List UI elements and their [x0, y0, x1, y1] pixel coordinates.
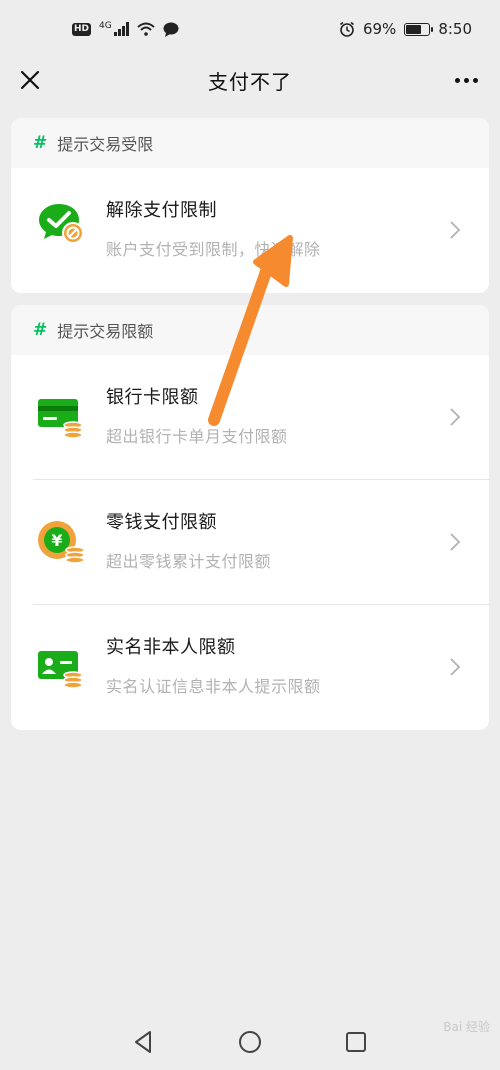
item-text: 解除支付限制 账户支付受到限制，快速解除	[106, 196, 321, 260]
system-nav-bar	[0, 1014, 500, 1070]
item-subtitle: 超出零钱累计支付限额	[106, 552, 272, 571]
more-button[interactable]	[448, 64, 484, 96]
svg-text:¥: ¥	[51, 531, 62, 550]
battery-icon	[404, 22, 434, 36]
battery-level	[406, 24, 422, 34]
hd-badge: HD	[72, 22, 92, 36]
hash-icon: #	[33, 133, 48, 153]
list-item-unlock-payment[interactable]: 解除支付限制 账户支付受到限制，快速解除	[11, 168, 489, 293]
close-icon	[20, 70, 40, 90]
more-dot	[472, 77, 478, 83]
section-header-limits: # 提示交易限额	[11, 305, 489, 355]
item-title: 解除支付限制	[106, 200, 217, 221]
battery-percent: 69%	[362, 20, 397, 38]
hash-icon: #	[33, 320, 48, 340]
chevron-right-icon	[450, 221, 461, 239]
close-button[interactable]	[14, 64, 46, 96]
alarm-icon	[339, 21, 354, 37]
item-title: 银行卡限额	[106, 387, 199, 408]
signal-icon: 4G	[99, 22, 129, 36]
chevron-right-icon	[450, 533, 461, 551]
list-item-bank-card-limit[interactable]: 银行卡限额 超出银行卡单月支付限额	[11, 355, 489, 480]
chevron-right-icon	[450, 408, 461, 426]
status-right: 69% 8:50	[339, 20, 472, 38]
item-subtitle: 实名认证信息非本人提示限额	[106, 677, 321, 696]
item-subtitle: 超出银行卡单月支付限额	[106, 427, 288, 446]
section-header-restricted: # 提示交易受限	[11, 118, 489, 168]
card-limits: # 提示交易限额 银行卡限额 超出银行卡单月支付限额 ¥ 零钱支付限额 超出零钱…	[11, 305, 489, 730]
wechat-pay-restricted-icon	[39, 204, 84, 244]
section-title: 提示交易受限	[57, 135, 154, 154]
item-text: 银行卡限额 超出银行卡单月支付限额	[106, 383, 288, 447]
recents-square-icon[interactable]	[342, 1028, 370, 1056]
bank-card-icon	[38, 399, 83, 439]
clock: 8:50	[438, 20, 472, 38]
id-card-icon	[38, 651, 83, 689]
status-left: HD 4G	[72, 22, 179, 37]
chevron-right-icon	[450, 658, 461, 676]
watermark: Bai 经验	[443, 1020, 490, 1034]
message-icon	[163, 22, 179, 37]
back-triangle-icon[interactable]	[130, 1028, 158, 1056]
section-title: 提示交易限额	[57, 322, 154, 341]
item-title: 实名非本人限额	[106, 637, 236, 658]
nav-bar: 支付不了	[0, 58, 500, 102]
list-item-change-limit[interactable]: ¥ 零钱支付限额 超出零钱累计支付限额	[11, 480, 489, 605]
wifi-icon	[137, 22, 155, 36]
more-dot	[454, 77, 460, 83]
item-title: 零钱支付限额	[106, 512, 217, 533]
item-subtitle: 账户支付受到限制，快速解除	[106, 240, 321, 259]
home-circle-icon[interactable]	[236, 1028, 264, 1056]
item-text: 实名非本人限额 实名认证信息非本人提示限额	[106, 633, 321, 697]
change-coin-icon: ¥	[38, 521, 85, 564]
status-bar: HD 4G 69% 8:50	[0, 0, 500, 58]
item-text: 零钱支付限额 超出零钱累计支付限额	[106, 508, 271, 572]
more-dot	[463, 77, 469, 83]
card-restricted: # 提示交易受限 解除支付限制 账户支付受到限制，快速解除	[11, 118, 489, 293]
page-title: 支付不了	[208, 69, 292, 94]
network-type: 4G	[99, 21, 112, 31]
list-item-real-name-limit[interactable]: 实名非本人限额 实名认证信息非本人提示限额	[11, 605, 489, 730]
